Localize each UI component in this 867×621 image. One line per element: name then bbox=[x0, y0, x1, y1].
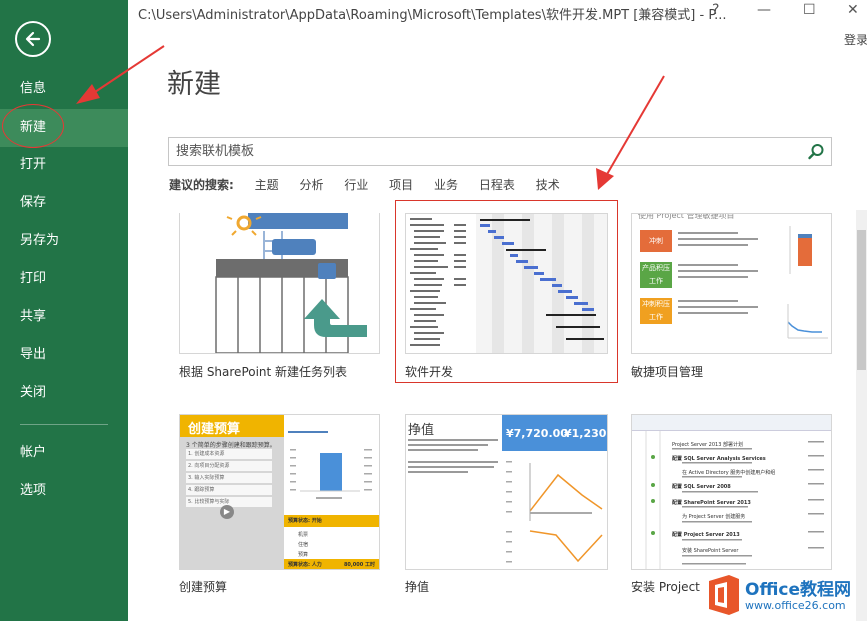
sign-in-link[interactable]: 登录 bbox=[844, 31, 867, 48]
suggested-link-analysis[interactable]: 分析 bbox=[299, 178, 323, 192]
close-button[interactable]: ✕ bbox=[847, 2, 859, 18]
template-thumbnail bbox=[179, 213, 380, 354]
watermark-url: www.office26.com bbox=[745, 599, 846, 612]
ev-text-lines-icon bbox=[408, 439, 498, 473]
backstage-sidebar: 信息 新建 打开 保存 另存为 打印 共享 导出 关闭 帐户 选项 bbox=[0, 0, 128, 621]
suggested-link-theme[interactable]: 主题 bbox=[255, 178, 279, 192]
template-install-project[interactable]: Project Server 2013 部署计划 配置 SQL Server A… bbox=[631, 414, 832, 594]
ev-chart-icon bbox=[506, 461, 603, 563]
template-thumbnail: Project Server 2013 部署计划 配置 SQL Server A… bbox=[631, 414, 832, 570]
budget-status-bar: 预算状态: 开始 bbox=[284, 515, 379, 527]
back-button[interactable] bbox=[15, 21, 51, 57]
template-thumbnail: 创建预算 3 个简单的步骤创建和跟踪预算。 1. 创建成本资源 2. 向项目分配… bbox=[179, 414, 380, 570]
template-label: 挣值 bbox=[405, 580, 430, 594]
ev-value-header: ¥7,720.00 ¥1,230.0 bbox=[502, 415, 607, 451]
office-logo-icon bbox=[709, 575, 739, 615]
template-label: 敏捷项目管理 bbox=[631, 365, 704, 379]
sidebar-item-close[interactable]: 关闭 bbox=[0, 374, 128, 412]
sharepoint-illustration-icon bbox=[215, 213, 367, 353]
budget-step: 3. 输入实际预算 bbox=[186, 473, 272, 483]
maximize-button[interactable]: ☐ bbox=[803, 2, 816, 18]
sidebar-item-share[interactable]: 共享 bbox=[0, 298, 128, 336]
budget-row: 机票 bbox=[298, 532, 309, 538]
install-grid-icon bbox=[645, 431, 824, 569]
sidebar-item-save-as[interactable]: 另存为 bbox=[0, 222, 128, 260]
suggested-link-schedule[interactable]: 日程表 bbox=[479, 178, 515, 192]
sidebar-item-open[interactable]: 打开 bbox=[0, 146, 128, 184]
page-title: 新建 bbox=[167, 69, 221, 100]
ev-value-2: ¥1,230.0 bbox=[564, 427, 607, 440]
template-thumbnail: 使用 Project 管理敏捷项目 冲刺 产品积压工作 冲刺积压工作 bbox=[631, 213, 832, 354]
suggested-link-industry[interactable]: 行业 bbox=[344, 178, 368, 192]
budget-step: 4. 跟踪预算 bbox=[186, 485, 272, 495]
sidebar-item-save[interactable]: 保存 bbox=[0, 184, 128, 222]
suggested-label: 建议的搜索: bbox=[169, 178, 234, 192]
template-label: 软件开发 bbox=[405, 365, 454, 379]
budget-row: 预算 bbox=[298, 552, 309, 558]
play-icon: ▶ bbox=[220, 505, 234, 519]
budget-chart-icon bbox=[288, 431, 372, 499]
help-button[interactable]: ? bbox=[712, 2, 719, 18]
sidebar-divider bbox=[20, 424, 108, 425]
minimize-button[interactable]: — bbox=[757, 2, 771, 18]
template-software-development[interactable]: 软件开发 bbox=[405, 213, 608, 383]
sidebar-item-export[interactable]: 导出 bbox=[0, 336, 128, 374]
template-search-box bbox=[168, 137, 832, 166]
budget-row: 住宿 bbox=[298, 542, 309, 548]
ev-title: 挣值 bbox=[408, 423, 435, 438]
suggested-link-project[interactable]: 项目 bbox=[389, 178, 413, 192]
office26-watermark: Office教程网 www.office26.com bbox=[703, 569, 867, 621]
budget-footer-bar: 预算状态: 人力 80,000 工时 bbox=[284, 559, 379, 569]
template-earned-value[interactable]: 挣值 ¥7,720.00 ¥1,230.0 挣值 bbox=[405, 414, 608, 594]
sidebar-item-new[interactable]: 新建 bbox=[0, 109, 128, 147]
budget-title: 创建预算 bbox=[188, 422, 241, 437]
watermark-brand: Office教程网 bbox=[745, 580, 852, 600]
template-thumbnail: 挣值 ¥7,720.00 ¥1,230.0 bbox=[405, 414, 608, 570]
sidebar-item-account[interactable]: 帐户 bbox=[0, 434, 128, 472]
ev-value-1: ¥7,720.00 bbox=[506, 427, 568, 440]
back-arrow-icon bbox=[25, 31, 41, 47]
suggested-link-business[interactable]: 业务 bbox=[434, 178, 458, 192]
sidebar-item-options[interactable]: 选项 bbox=[0, 472, 128, 510]
budget-footer-label: 预算状态: 人力 bbox=[288, 562, 322, 568]
agile-chart-icon bbox=[678, 226, 828, 339]
search-icon[interactable] bbox=[807, 143, 825, 161]
suggested-searches: 建议的搜索: 主题 分析 行业 项目 业务 日程表 技术 bbox=[169, 176, 560, 194]
sidebar-item-print[interactable]: 打印 bbox=[0, 260, 128, 298]
template-label: 根据 SharePoint 新建任务列表 bbox=[179, 365, 348, 379]
template-label: 创建预算 bbox=[179, 580, 228, 594]
template-search-input[interactable] bbox=[169, 138, 789, 165]
suggested-link-technology[interactable]: 技术 bbox=[536, 178, 560, 192]
budget-footer-value: 80,000 工时 bbox=[343, 562, 375, 568]
budget-subtitle: 3 个简单的步骤创建和跟踪预算。 bbox=[186, 442, 276, 449]
template-label: 安装 Project bbox=[631, 580, 700, 594]
budget-step: 2. 向项目分配资源 bbox=[186, 461, 272, 471]
template-create-budget[interactable]: 创建预算 3 个简单的步骤创建和跟踪预算。 1. 创建成本资源 2. 向项目分配… bbox=[179, 414, 380, 594]
budget-chart-area bbox=[284, 415, 379, 515]
template-agile-project[interactable]: 使用 Project 管理敏捷项目 冲刺 产品积压工作 冲刺积压工作 敏捷项目管… bbox=[631, 213, 832, 383]
template-thumbnail bbox=[405, 213, 608, 354]
sidebar-item-info[interactable]: 信息 bbox=[0, 70, 128, 108]
template-sharepoint-tasks[interactable]: 根据 SharePoint 新建任务列表 bbox=[179, 213, 380, 383]
scrollbar-thumb[interactable] bbox=[857, 230, 866, 370]
gantt-preview-icon bbox=[406, 214, 607, 353]
window-title: C:\Users\Administrator\AppData\Roaming\M… bbox=[138, 8, 727, 23]
budget-step: 1. 创建成本资源 bbox=[186, 449, 272, 459]
